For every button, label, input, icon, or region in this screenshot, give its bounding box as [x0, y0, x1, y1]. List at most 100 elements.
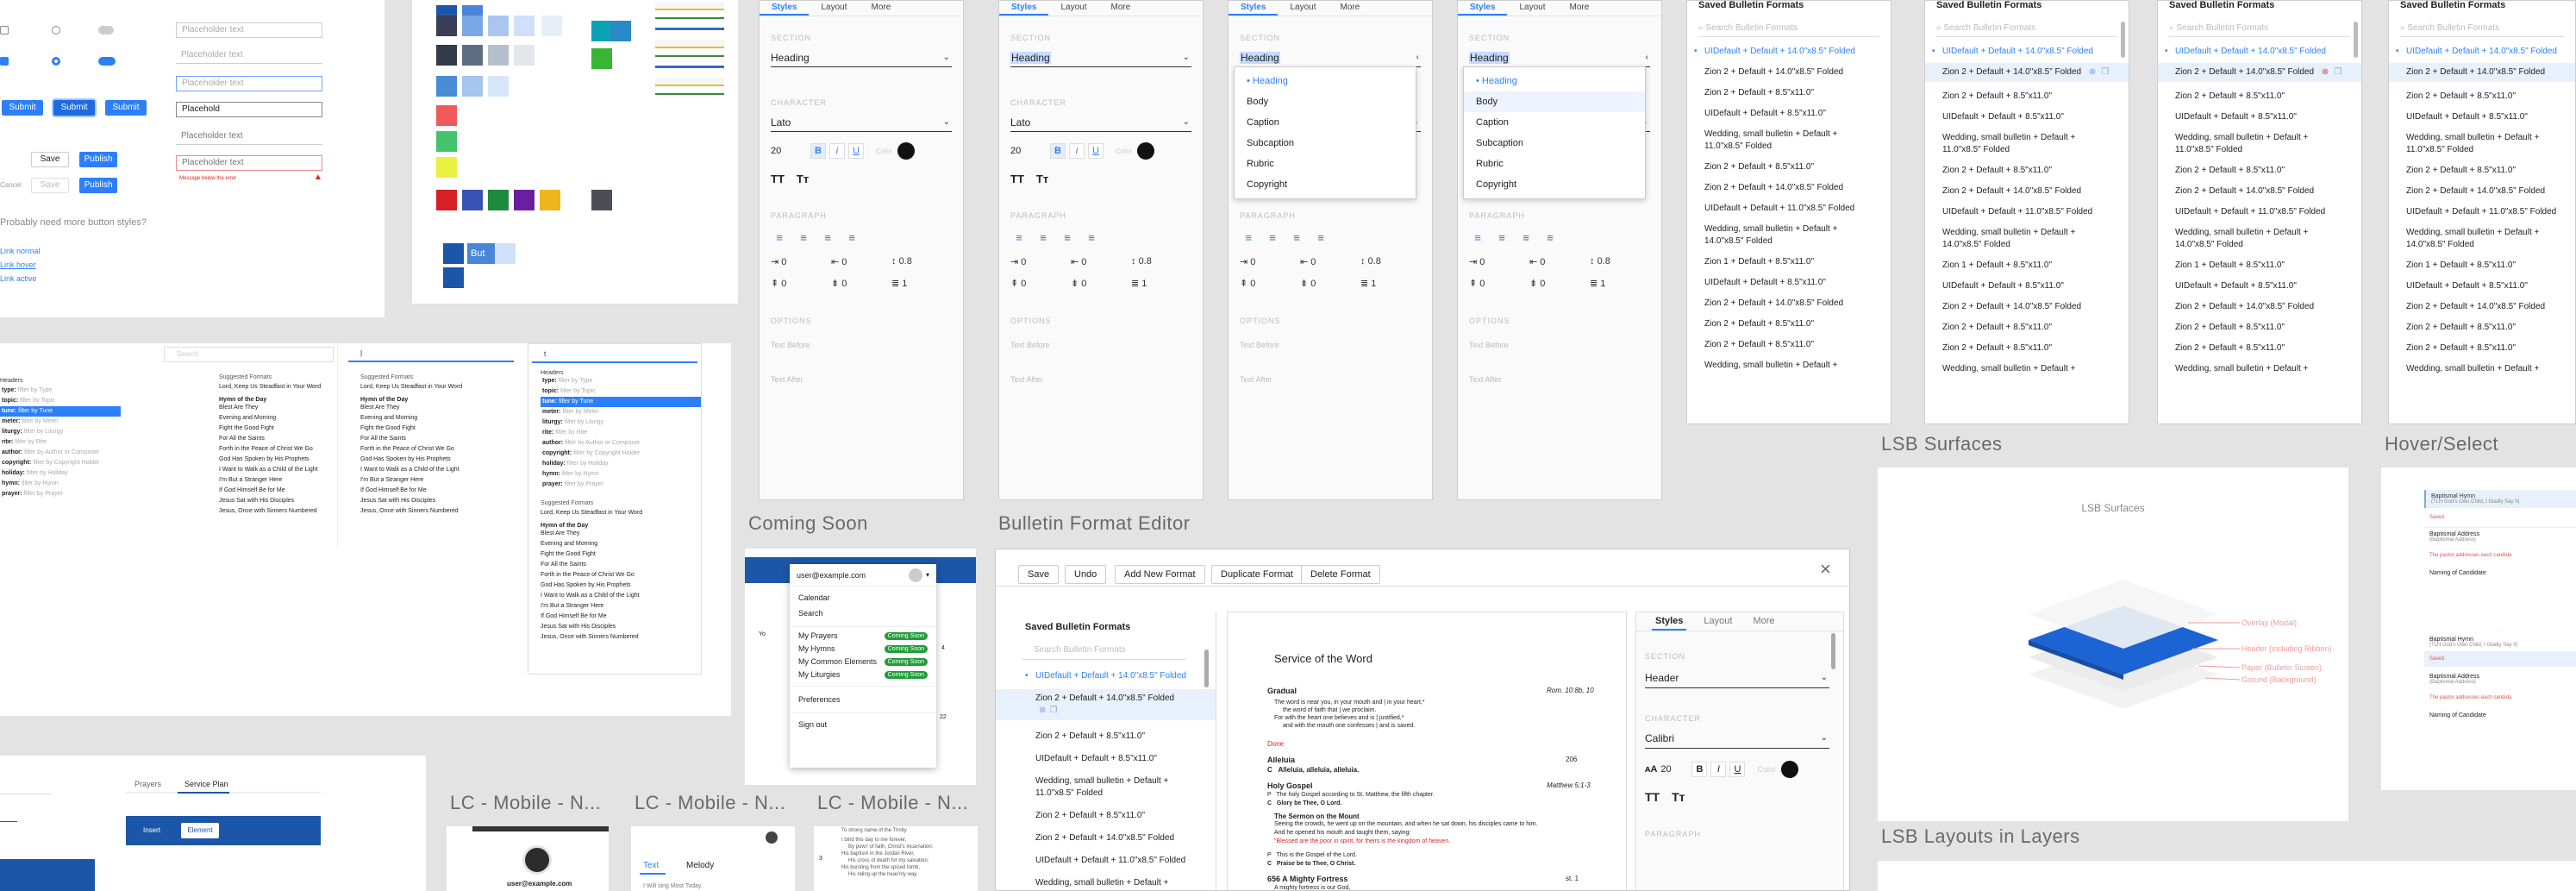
hymn-item[interactable]: God Has Spoken by His Prophets: [219, 455, 337, 465]
hymn-row[interactable]: Baptismal Hymn (TLH God's Own Child, I G…: [2424, 490, 2576, 508]
hymn-item[interactable]: I Want to Walk as a Child of the Light: [360, 465, 517, 475]
format-list-item[interactable]: UIDefault + Default + 8.5"x11.0": [996, 753, 1216, 765]
hymn-item[interactable]: Jesus Sat with His Disciples: [360, 496, 517, 506]
radio-checked-icon[interactable]: [52, 57, 60, 66]
checkbox-checked-icon[interactable]: [0, 57, 9, 66]
text-input-error[interactable]: Placeholder text: [176, 155, 322, 171]
tab-styles[interactable]: Styles: [1652, 612, 1687, 631]
filter-item[interactable]: type: filter by Type: [0, 386, 121, 396]
format-list-item[interactable]: UIDefault + Default + 11.0"x8.5" Folded: [1925, 206, 2129, 218]
format-list-item[interactable]: Zion 2 + Default + 8.5"x11.0": [1687, 161, 1891, 173]
align-center-icon[interactable]: ≡: [795, 232, 812, 246]
underline-button[interactable]: U: [848, 143, 864, 159]
submit-button-1[interactable]: Submit: [2, 100, 43, 116]
line-spacing[interactable]: ↕ 0.8: [1360, 256, 1421, 267]
align-left-icon[interactable]: ≡: [771, 232, 788, 246]
search-input[interactable]: Search Bulletin Formats: [1022, 641, 1186, 660]
section-option[interactable]: Caption: [1464, 112, 1645, 133]
filter-item[interactable]: tune: filter by Tune: [541, 397, 701, 407]
line-spacing[interactable]: ↕ 0.8: [1590, 256, 1650, 267]
link-normal[interactable]: Link normal: [0, 247, 41, 255]
mobile-tab-melody[interactable]: Melody: [686, 861, 714, 870]
format-list-item[interactable]: Zion 2 + Default + 14.0"x8.5" Folded: [2389, 301, 2575, 313]
text-after-field[interactable]: Text After: [1010, 375, 1191, 384]
format-list-item[interactable]: UIDefault + Default + 8.5"x11.0": [2389, 111, 2575, 123]
format-list-item[interactable]: Wedding, small bulletin + Default +: [1687, 360, 1891, 372]
suggested-first[interactable]: Lord, Keep Us Steadfast in Your Word: [219, 384, 337, 390]
hymn-item[interactable]: If God Himself Be for Me: [360, 486, 517, 496]
section-option[interactable]: Body: [1235, 91, 1416, 112]
format-list-item[interactable]: Zion 2 + Default + 8.5"x11.0": [996, 810, 1216, 822]
section-option[interactable]: Caption: [1235, 112, 1416, 133]
hymn-item[interactable]: Blest Are They: [219, 403, 337, 413]
align-left-icon[interactable]: ≡: [1469, 232, 1486, 246]
add-new-format-button[interactable]: Add New Format: [1115, 565, 1205, 584]
format-list-item[interactable]: UIDefault + Default + 8.5"x11.0": [1925, 111, 2129, 123]
publish-button-2[interactable]: Publish: [79, 178, 117, 193]
submit-button-3[interactable]: Submit: [105, 100, 147, 116]
lines-count[interactable]: ≣ 1: [1590, 278, 1650, 289]
search-input[interactable]: ⌕ Search Bulletin Formats: [2400, 20, 2564, 37]
lines-count[interactable]: ≣ 1: [1360, 278, 1421, 289]
format-list-item[interactable]: UIDefault + Default + 14.0"x8.5" Folded: [1925, 46, 2129, 58]
format-list-item[interactable]: Zion 1 + Default + 8.5"x11.0": [2389, 260, 2575, 272]
tab-styles[interactable]: Styles: [1229, 1, 1279, 16]
format-list-item[interactable]: Wedding, small bulletin + Default + 14.0…: [1925, 227, 2129, 251]
bold-button[interactable]: B: [1691, 762, 1708, 777]
hymn-item[interactable]: Jesus Sat with His Disciples: [541, 622, 701, 632]
text-input-2[interactable]: Placeholder text: [176, 48, 322, 64]
align-justify-icon[interactable]: ≡: [1312, 232, 1329, 246]
format-list-item[interactable]: Wedding, small bulletin + Default + 14.0…: [2389, 227, 2575, 251]
format-list-item[interactable]: Zion 2 + Default + 14.0"x8.5" Folded: [2158, 301, 2361, 313]
hymn-row[interactable]: Baptismal Hymn (TLH God's Own Child, I G…: [2424, 633, 2576, 651]
italic-button[interactable]: I: [1710, 762, 1727, 777]
section-dropdown[interactable]: Heading ‹: [1240, 50, 1421, 67]
format-list-item[interactable]: Zion 1 + Default + 8.5"x11.0": [2158, 260, 2361, 272]
text-before-field[interactable]: Text Before: [1469, 341, 1650, 349]
align-justify-icon[interactable]: ≡: [843, 232, 860, 246]
menu-item-coming-soon[interactable]: My Liturgies Coming Soon: [790, 666, 936, 679]
text-before-field[interactable]: Text Before: [1010, 341, 1191, 349]
filter-item[interactable]: meter: filter by Meter: [0, 417, 121, 427]
link-hover[interactable]: Link hover: [0, 260, 36, 269]
align-right-icon[interactable]: ≡: [819, 232, 836, 246]
format-list-item[interactable]: Zion 2 + Default + 8.5"x11.0": [2389, 91, 2575, 103]
scrollbar[interactable]: [1831, 633, 1835, 669]
small-caps-icon[interactable]: Tт: [1036, 173, 1048, 185]
delete-format-button[interactable]: Delete Format: [1301, 565, 1380, 584]
filter-item[interactable]: prayer: filter by Prayer: [541, 480, 701, 490]
font-dropdown[interactable]: Lato ⌄: [771, 115, 952, 132]
tab-service-plan[interactable]: Service Plan: [184, 780, 228, 788]
duplicate-format-button[interactable]: Duplicate Format: [1211, 565, 1303, 584]
format-list-item[interactable]: Wedding, small bulletin + Default + 14.0…: [1687, 223, 1891, 248]
hymn-item[interactable]: God Has Spoken by His Prophets: [360, 455, 517, 465]
text-before-field[interactable]: Text Before: [1240, 341, 1421, 349]
hymn-item[interactable]: Evening and Morning: [219, 413, 337, 424]
format-list-item[interactable]: Zion 2 + Default + 14.0"x8.5" Folded ⊗ ❐: [996, 689, 1216, 720]
filter-item[interactable]: holiday: filter by Holiday: [541, 459, 701, 469]
search-input-typed[interactable]: t: [532, 348, 697, 363]
hymn-item[interactable]: Forth in the Peace of Christ We Go: [541, 570, 701, 580]
space-before[interactable]: ⇞ 0: [1010, 278, 1071, 289]
format-list-item[interactable]: UIDefault + Default + 11.0"x8.5" Folded: [1687, 203, 1891, 215]
filter-item[interactable]: author: filter by Author or Composer: [541, 438, 701, 449]
space-before[interactable]: ⇞ 0: [1240, 278, 1300, 289]
suggested-first[interactable]: Lord, Keep Us Steadfast in Your Word: [541, 510, 701, 516]
publish-button-1[interactable]: Publish: [79, 152, 117, 167]
text-after-field[interactable]: Text After: [1240, 375, 1421, 384]
chevron-down-icon[interactable]: ▾: [926, 571, 929, 579]
hymn-item[interactable]: Jesus Sat with His Disciples: [219, 496, 337, 506]
naming-row[interactable]: Naming of Candidate: [2424, 707, 2576, 724]
font-dropdown[interactable]: Calibri ⌄: [1645, 730, 1829, 749]
tab-styles[interactable]: Styles: [760, 1, 810, 16]
hymn-item[interactable]: I Want to Walk as a Child of the Light: [541, 591, 701, 601]
close-icon[interactable]: ×: [1820, 558, 1831, 580]
tab-more[interactable]: More: [1099, 1, 1143, 16]
tab-prayers[interactable]: Prayers: [134, 780, 161, 788]
bold-button[interactable]: B: [1050, 143, 1066, 159]
section-option[interactable]: Copyright: [1235, 174, 1416, 195]
tab-more[interactable]: More: [860, 1, 903, 16]
section-option[interactable]: Copyright: [1464, 174, 1645, 195]
menu-item-coming-soon[interactable]: My Common Elements Coming Soon: [790, 653, 936, 666]
all-caps-icon[interactable]: TT: [1010, 173, 1024, 185]
